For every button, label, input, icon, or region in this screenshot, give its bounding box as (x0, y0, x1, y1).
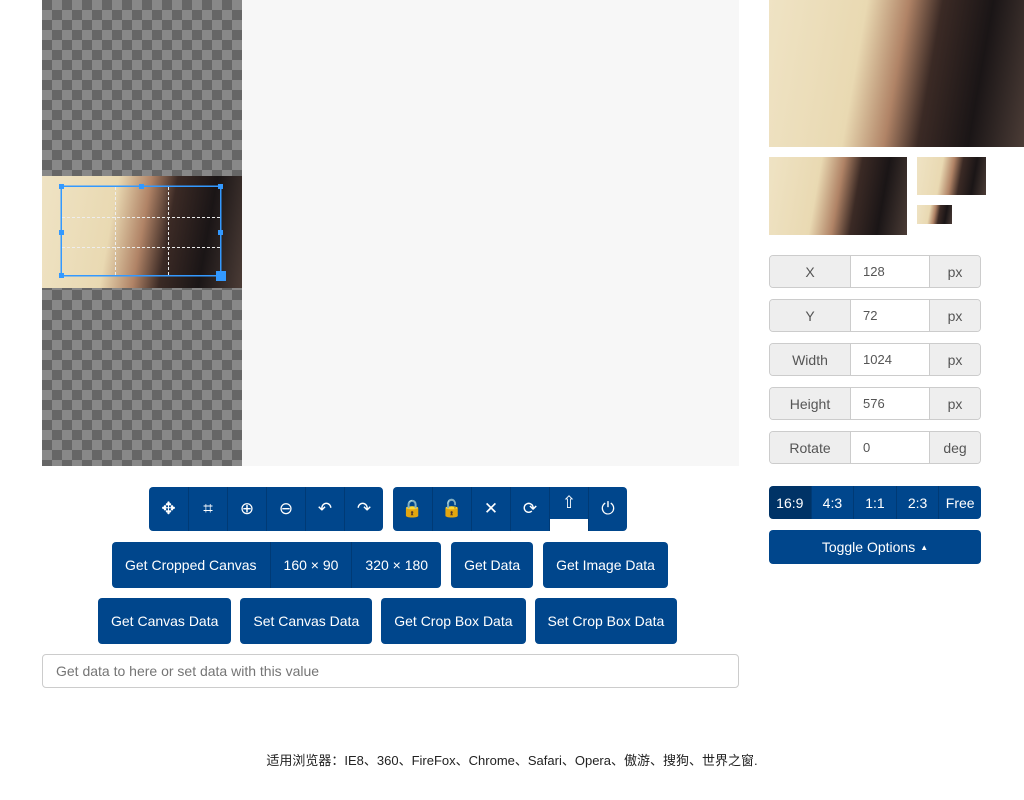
field-input[interactable]: 1024 (851, 344, 929, 375)
toggle-options-label: Toggle Options (821, 539, 916, 555)
ratio-2-3-button[interactable]: 2:3 (895, 486, 939, 519)
field-unit: px (929, 344, 980, 375)
data-fields: X 128 px Y 72 px Width 1024 px Height 576 px Rotate 0… (769, 255, 981, 475)
field-input[interactable]: 576 (851, 388, 929, 419)
rotate-right-icon: ↷ (356, 499, 372, 518)
field-input[interactable]: 0 (851, 432, 929, 463)
footer-text: 适用浏览器：IE8、360、FireFox、Chrome、Safari、Oper… (266, 753, 758, 768)
power-button[interactable]: ⏻ (588, 487, 627, 531)
preview-medium (769, 157, 907, 235)
upload-icon: ⇧ (561, 493, 577, 512)
size-320x180-button[interactable]: 320 × 180 (351, 542, 442, 588)
field-rotate: Rotate 0 deg (769, 431, 981, 464)
preview-tiny (917, 205, 952, 224)
field-unit: px (929, 256, 980, 287)
get-canvas-data-button[interactable]: Get Canvas Data (98, 598, 232, 644)
field-height: Height 576 px (769, 387, 981, 420)
field-label: Height (770, 388, 851, 419)
close-icon: ✕ (483, 499, 499, 518)
field-width: Width 1024 px (769, 343, 981, 376)
zoom-in-icon: ⊕ (239, 499, 255, 518)
preview-large (769, 0, 1024, 147)
reset-button[interactable]: ⟳ (510, 487, 549, 531)
zoom-out-button[interactable]: ⊖ (266, 487, 305, 531)
rotate-left-button[interactable]: ↶ (305, 487, 344, 531)
data-input[interactable] (42, 654, 739, 688)
crop-icon: ⌗ (203, 499, 213, 518)
lock-button[interactable]: 🔒 (393, 487, 432, 531)
toolbar-group-2: 🔒 🔓 ✕ ⟳ ⇧ ⏻ (393, 487, 627, 531)
unlock-button[interactable]: 🔓 (432, 487, 471, 531)
get-cropped-canvas-button[interactable]: Get Cropped Canvas (112, 542, 270, 588)
toolbar-group-1: ✥ ⌗ ⊕ ⊖ ↶ ↷ (149, 487, 383, 531)
ratio-free-button[interactable]: Free (938, 486, 981, 519)
field-label: Rotate (770, 432, 851, 463)
field-y: Y 72 px (769, 299, 981, 332)
set-crop-box-data-button[interactable]: Set Crop Box Data (534, 598, 678, 644)
field-label: Y (770, 300, 851, 331)
caret-up-icon: ▲ (920, 542, 929, 552)
power-icon: ⏻ (601, 499, 615, 518)
zoom-in-button[interactable]: ⊕ (227, 487, 266, 531)
field-label: Width (770, 344, 851, 375)
field-label: X (770, 256, 851, 287)
field-unit: deg (929, 432, 980, 463)
toggle-options-button[interactable]: Toggle Options ▲ (769, 530, 981, 564)
crop-box[interactable] (59, 184, 226, 281)
close-button[interactable]: ✕ (471, 487, 510, 531)
move-button[interactable]: ✥ (149, 487, 188, 531)
preview-small (917, 157, 986, 195)
zoom-out-icon: ⊖ (278, 499, 294, 518)
field-input[interactable]: 72 (851, 300, 929, 331)
lock-icon: 🔒 (401, 499, 424, 518)
rotate-left-icon: ↶ (317, 499, 333, 518)
ratio-16-9-button[interactable]: 16:9 (769, 486, 811, 519)
get-image-data-button[interactable]: Get Image Data (543, 542, 668, 588)
unlock-icon: 🔓 (441, 499, 463, 518)
rotate-right-button[interactable]: ↷ (344, 487, 383, 531)
move-icon: ✥ (161, 499, 176, 518)
aspect-ratio-group: 16:9 4:3 1:1 2:3 Free (769, 486, 981, 519)
field-input[interactable]: 128 (851, 256, 929, 287)
size-160x90-button[interactable]: 160 × 90 (269, 542, 352, 588)
upload-button[interactable]: ⇧ (549, 487, 588, 531)
get-crop-box-data-button[interactable]: Get Crop Box Data (381, 598, 526, 644)
field-unit: px (929, 388, 980, 419)
ratio-4-3-button[interactable]: 4:3 (810, 486, 854, 519)
reset-icon: ⟳ (522, 499, 538, 518)
field-x: X 128 px (769, 255, 981, 288)
ratio-1-1-button[interactable]: 1:1 (853, 486, 896, 519)
field-unit: px (929, 300, 980, 331)
set-canvas-data-button[interactable]: Set Canvas Data (240, 598, 373, 644)
crop-button[interactable]: ⌗ (188, 487, 227, 531)
get-data-button[interactable]: Get Data (451, 542, 534, 588)
